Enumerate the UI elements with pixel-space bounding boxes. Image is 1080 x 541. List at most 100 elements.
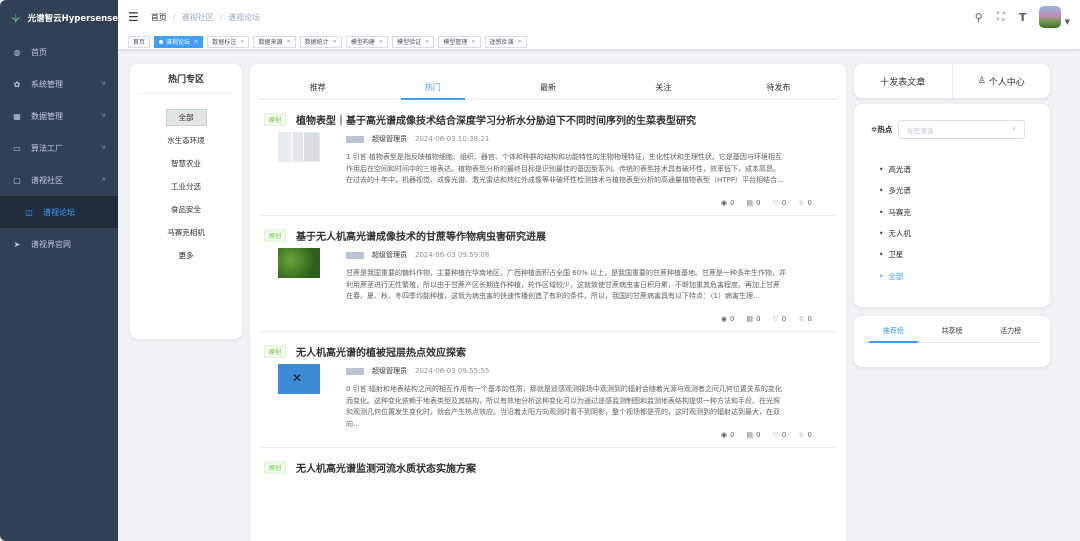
- search-icon[interactable]: ⚲: [973, 11, 985, 24]
- tag-model-verify[interactable]: 模型验证 ✕: [392, 35, 435, 48]
- sidebar-item-home[interactable]: ◍ 首页: [0, 36, 118, 68]
- article-item[interactable]: 原创 无人机高光谱监测河流水质状态实施方案: [260, 448, 836, 488]
- eye-icon: ◉: [720, 315, 727, 323]
- breadcrumb-home[interactable]: 首页: [151, 12, 167, 23]
- tag-forum[interactable]: 谱视论坛 ✕: [154, 35, 204, 48]
- hotspot-item[interactable]: 马赛克: [879, 202, 1050, 223]
- hot-zone-item[interactable]: 智慧农业: [130, 152, 242, 175]
- tab-activity-rank[interactable]: 活力榜: [981, 326, 1040, 342]
- tab-share-rank[interactable]: 共享榜: [923, 326, 982, 342]
- views-count: 0: [729, 315, 735, 323]
- close-icon[interactable]: ✕: [194, 39, 198, 45]
- article-item[interactable]: 原创 无人机高光谱的植被冠层热点效应探索 超级管理员 2024-06-03 09…: [260, 332, 836, 448]
- hamburger-icon[interactable]: ☰: [128, 10, 139, 24]
- views-stat: ◉ 0: [721, 431, 735, 439]
- sidebar-item-data[interactable]: ▦ 数据管理 ∨: [0, 100, 118, 132]
- caret-down-icon[interactable]: ▼: [1065, 18, 1070, 26]
- stars-count: 0: [807, 431, 812, 439]
- profile-button[interactable]: ♙ 个人中心: [953, 64, 1051, 98]
- article-summary: 0 引言 辐射和地表结构之间的相互作用有一个基本的性质，那就是遥感观测视场中观测…: [346, 385, 782, 428]
- likes-count: 0: [781, 431, 787, 439]
- close-icon[interactable]: ✕: [240, 39, 244, 45]
- tab-recommend-rank[interactable]: 推荐榜: [864, 326, 923, 343]
- star-icon: ☆: [798, 431, 805, 439]
- article-item[interactable]: 原创 基于无人机高光谱成像技术的甘蔗等作物病虫害研究进展 超级管理员 2024-…: [260, 216, 836, 332]
- tab-follow[interactable]: 关注: [606, 82, 721, 99]
- hot-zone-list: 全部 水生态环境 智慧农业 工业分选 食品安全 马赛克相机 更多: [130, 94, 242, 267]
- article-title[interactable]: 基于无人机高光谱成像技术的甘蔗等作物病虫害研究进展: [296, 228, 546, 243]
- tag-source[interactable]: 数据来源 ✕: [253, 35, 296, 48]
- tab-hot[interactable]: 热门: [375, 82, 490, 100]
- tag-home[interactable]: 首页: [128, 35, 151, 48]
- article-title[interactable]: 无人机高光谱的植被冠层热点效应探索: [296, 344, 466, 359]
- hot-zone-item[interactable]: 马赛克相机: [130, 221, 242, 244]
- sidebar-item-community[interactable]: ▢ 谱视社区 ∧: [0, 164, 118, 196]
- close-icon[interactable]: ✕: [518, 39, 522, 45]
- tag-statistics[interactable]: 数据统计 ✕: [299, 35, 342, 48]
- sidebar-item-website[interactable]: ➤ 谱视界官网: [0, 228, 118, 260]
- comments-stat[interactable]: ▤ 0: [746, 315, 760, 323]
- article-thumbnail[interactable]: [278, 364, 320, 394]
- hotspot-item[interactable]: 高光谱: [879, 159, 1050, 180]
- breadcrumb-community: 谱视社区: [181, 12, 214, 22]
- article-time: 2024-06-03 09:59:08: [415, 251, 490, 259]
- hotspot-list: 高光谱 多光谱 马赛克 无人机 卫星 全部: [854, 139, 1050, 287]
- avatar[interactable]: [1038, 6, 1061, 28]
- fullscreen-icon[interactable]: ⛶: [995, 10, 1007, 24]
- tab-latest[interactable]: 最新: [490, 82, 605, 99]
- app-title: 光谱智云Hypersense: [27, 14, 118, 24]
- article-thumbnail[interactable]: [278, 132, 320, 162]
- article-thumbnail[interactable]: [278, 248, 320, 278]
- sidebar-item-algorithm[interactable]: ▭ 算法工厂 ∨: [0, 132, 118, 164]
- article-item[interactable]: 原创 植物表型｜基于高光谱成像技术结合深度学习分析水分胁迫下不同时间序列的生菜表…: [260, 100, 836, 216]
- tag-filter-select[interactable]: 标签筛选 ∨: [898, 120, 1026, 139]
- publish-article-button[interactable]: 十发表文章: [854, 64, 953, 98]
- monitor-icon: ▭: [13, 143, 21, 153]
- stars-stat[interactable]: ☆ 0: [798, 315, 812, 323]
- tag-label: 模型构建: [350, 39, 375, 46]
- tab-recommend[interactable]: 推荐: [260, 82, 375, 99]
- gear-icon: ✿: [13, 79, 21, 89]
- article-author: 超级管理员: [372, 251, 407, 259]
- hotspot-item[interactable]: 卫星: [879, 244, 1050, 265]
- hotspot-item-all[interactable]: 全部: [879, 265, 1050, 286]
- comments-stat[interactable]: ▤ 0: [746, 199, 760, 207]
- tag-label: 模型验证: [397, 39, 422, 46]
- likes-stat[interactable]: ♡ 0: [773, 315, 787, 323]
- hotspot-item[interactable]: 无人机: [879, 223, 1050, 244]
- tag-annotation[interactable]: 数据标注 ✕: [207, 35, 250, 48]
- sidebar-item-system[interactable]: ✿ 系统管理 ∨: [0, 68, 118, 100]
- chevron-down-icon: ∨: [101, 144, 106, 151]
- close-icon[interactable]: ✕: [379, 39, 383, 45]
- user-icon: ♙: [977, 76, 986, 86]
- close-icon[interactable]: ✕: [286, 39, 290, 45]
- tab-pending[interactable]: 待发布: [721, 82, 836, 99]
- navbar: ☰ 首页 / 谱视社区 / 谱视论坛 ⚲ ⛶ T ▼: [118, 0, 1080, 34]
- hot-zone-item[interactable]: 水生态环境: [130, 129, 242, 152]
- hot-zone-item-all[interactable]: 全部: [130, 106, 242, 129]
- font-size-icon[interactable]: T: [1017, 11, 1029, 24]
- tag-label: 数据标注: [212, 39, 237, 46]
- close-icon[interactable]: ✕: [425, 39, 429, 45]
- stars-stat[interactable]: ☆ 0: [798, 199, 812, 207]
- hotspot-item[interactable]: 多光谱: [879, 180, 1050, 201]
- stars-stat[interactable]: ☆ 0: [798, 431, 812, 439]
- close-icon[interactable]: ✕: [333, 39, 337, 45]
- hot-zone-item[interactable]: 工业分选: [130, 175, 242, 198]
- likes-stat[interactable]: ♡ 0: [773, 199, 787, 207]
- likes-stat[interactable]: ♡ 0: [773, 431, 787, 439]
- stars-count: 0: [807, 315, 812, 323]
- article-title[interactable]: 植物表型｜基于高光谱成像技术结合深度学习分析水分胁迫下不同时间序列的生菜表型研究: [296, 112, 696, 127]
- tag-inversion[interactable]: 遥感反演 ✕: [484, 35, 527, 48]
- comments-stat[interactable]: ▤ 0: [746, 431, 760, 439]
- sidebar-item-forum[interactable]: ◫ 谱视论坛: [0, 196, 118, 228]
- author-logo: [346, 135, 364, 143]
- tag-model-manage[interactable]: 模型管理 ✕: [438, 35, 481, 48]
- original-badge: 原创: [264, 460, 287, 474]
- ranking-panel: 推荐榜 共享榜 活力榜: [854, 316, 1050, 367]
- article-title[interactable]: 无人机高光谱监测河流水质状态实施方案: [296, 460, 476, 475]
- hot-zone-item-more[interactable]: 更多: [130, 244, 242, 267]
- close-icon[interactable]: ✕: [471, 39, 475, 45]
- tag-model-build[interactable]: 模型构建 ✕: [345, 35, 389, 48]
- hot-zone-item[interactable]: 食品安全: [130, 198, 242, 221]
